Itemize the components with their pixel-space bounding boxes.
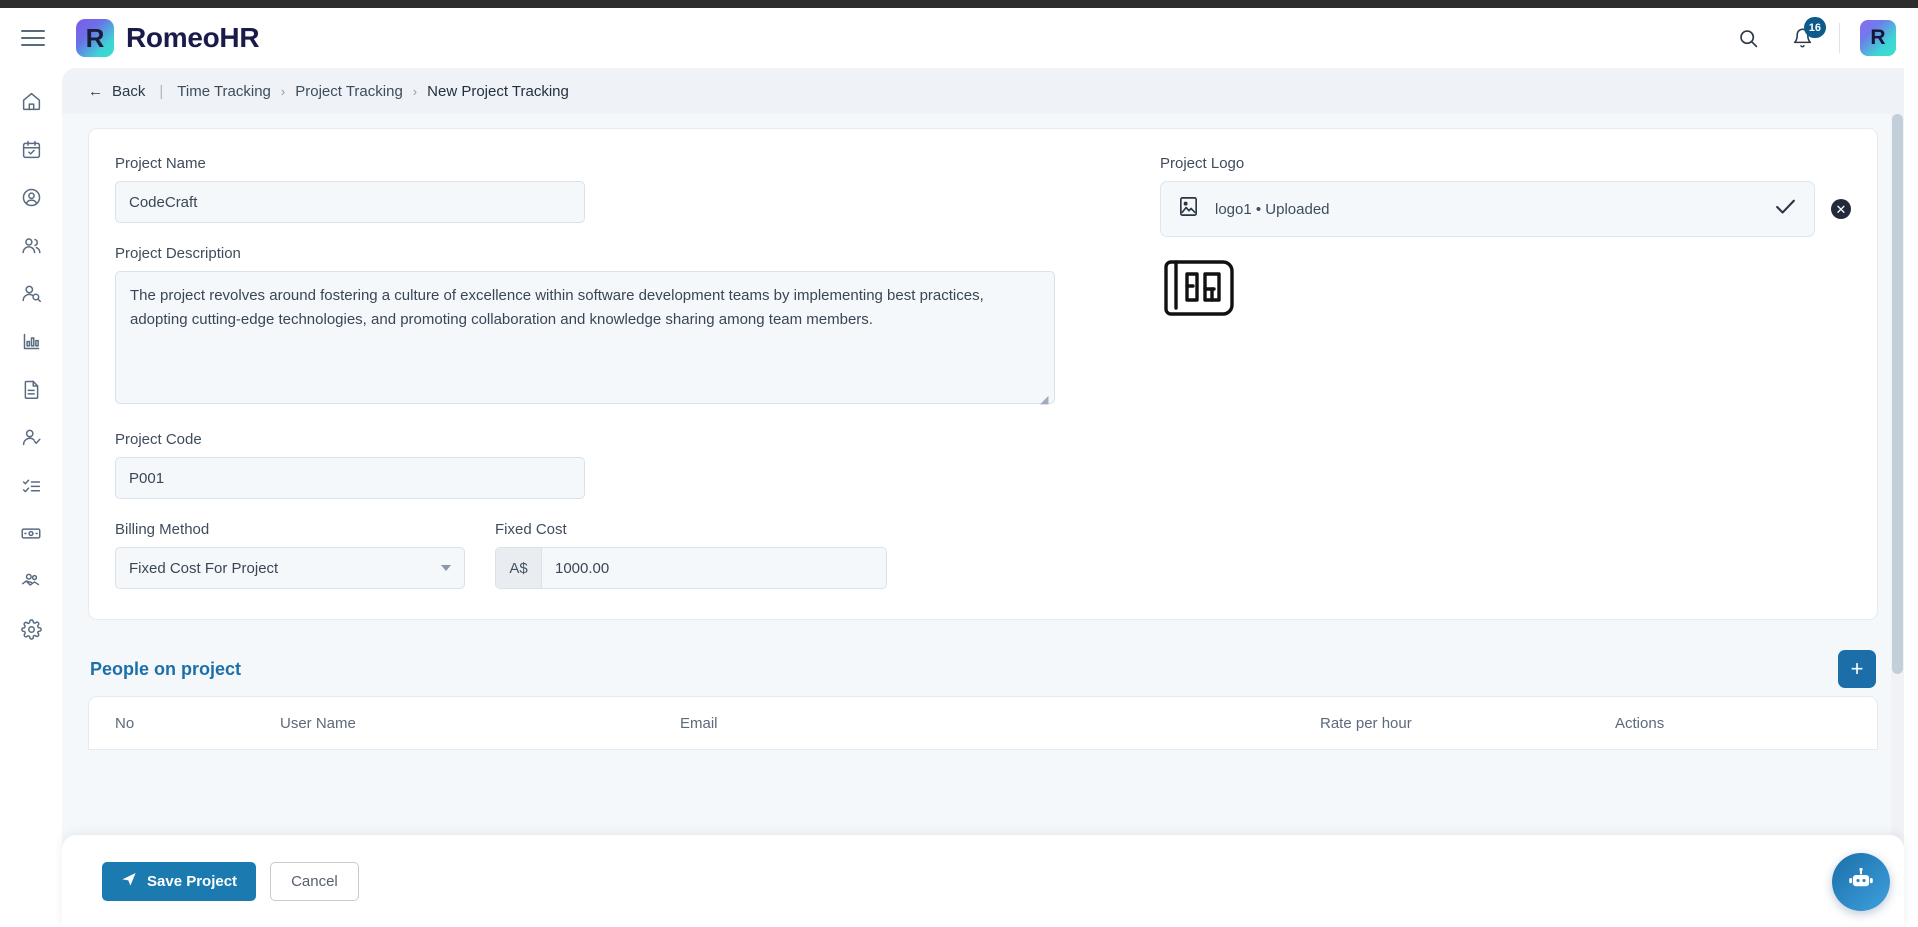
- app-header: R RomeoHR 16 R: [0, 8, 1918, 68]
- breadcrumb-item-project-tracking[interactable]: Project Tracking: [295, 83, 403, 100]
- scrollbar-thumb[interactable]: [1892, 114, 1903, 674]
- header-divider: [1839, 23, 1840, 53]
- sidebar-item-recruitment[interactable]: [11, 276, 51, 310]
- breadcrumb-divider: |: [159, 82, 164, 100]
- form-action-bar: Save Project Cancel: [62, 835, 1904, 927]
- cancel-button[interactable]: Cancel: [270, 861, 359, 901]
- chevron-right-icon: ›: [412, 83, 418, 99]
- column-header-rate-per-hour: Rate per hour: [1320, 714, 1412, 732]
- avatar[interactable]: R: [1860, 20, 1896, 56]
- chevron-right-icon: ›: [280, 83, 286, 99]
- table-header-row: No User Name Email Rate per hour Actions: [89, 697, 1877, 749]
- currency-prefix: A$: [496, 548, 542, 588]
- chevron-down-icon: [441, 565, 451, 571]
- field-project-description: Project Description ◢: [115, 245, 1120, 409]
- bell-icon[interactable]: 16: [1785, 17, 1826, 55]
- browser-chrome-strip: [0, 0, 1918, 8]
- fixed-cost-label: Fixed Cost: [495, 521, 567, 538]
- header-actions: 16 R: [1731, 17, 1896, 56]
- back-button[interactable]: ← Back: [88, 83, 145, 100]
- back-arrow-icon: ←: [88, 82, 103, 100]
- column-header-actions: Actions: [1615, 714, 1665, 732]
- project-logo-label: Project Logo: [1160, 155, 1245, 172]
- column-header-user-name: User Name: [280, 714, 356, 732]
- back-label: Back: [112, 82, 146, 100]
- form-left-column: Project Name Project Description ◢: [115, 155, 1120, 589]
- billing-method-value: Fixed Cost For Project: [129, 559, 279, 577]
- hamburger-icon[interactable]: [18, 23, 48, 53]
- vertical-scrollbar[interactable]: [1891, 114, 1904, 927]
- brand-name: RomeoHR: [126, 22, 260, 53]
- send-plane-icon: [121, 871, 137, 891]
- project-name-input[interactable]: [115, 181, 585, 223]
- save-project-label: Save Project: [147, 872, 238, 890]
- field-fixed-cost: Fixed Cost A$ 1000.00: [495, 521, 887, 589]
- image-placeholder-icon: [1177, 195, 1200, 223]
- sidebar-item-benefits[interactable]: [11, 564, 51, 598]
- add-person-button[interactable]: +: [1838, 650, 1876, 688]
- app-root: R RomeoHR 16 R ← Back | Time Tracking › …: [0, 8, 1918, 927]
- page-content: Project Name Project Description ◢: [62, 114, 1904, 750]
- scroll-region: Project Name Project Description ◢: [62, 114, 1904, 927]
- sidebar-item-home[interactable]: [11, 84, 51, 118]
- resize-grip-icon[interactable]: ◢: [1040, 395, 1052, 407]
- column-header-no: No: [115, 714, 135, 732]
- people-on-project-section: People on project + No User Name Email R…: [88, 642, 1878, 750]
- people-header: People on project +: [88, 642, 1878, 696]
- sidebar-item-onboarding[interactable]: [11, 420, 51, 454]
- check-icon: [1773, 194, 1798, 224]
- billing-method-select[interactable]: Fixed Cost For Project: [115, 547, 465, 589]
- app-body: ← Back | Time Tracking › Project Trackin…: [0, 68, 1918, 927]
- people-table: No User Name Email Rate per hour Actions: [88, 696, 1878, 750]
- field-billing-method: Billing Method Fixed Cost For Project: [115, 521, 465, 589]
- uploaded-file-row: logo1 • Uploaded: [1160, 181, 1815, 237]
- sidebar-item-employees[interactable]: [11, 228, 51, 262]
- project-name-label: Project Name: [115, 155, 206, 172]
- project-description-textarea[interactable]: [115, 271, 1055, 404]
- fixed-cost-input[interactable]: 1000.00: [542, 548, 886, 588]
- project-code-input[interactable]: [115, 457, 585, 499]
- project-code-label: Project Code: [115, 431, 202, 448]
- logo-preview-image: [1160, 257, 1238, 319]
- field-project-name: Project Name: [115, 155, 1120, 223]
- chatbot-button[interactable]: [1832, 853, 1890, 911]
- sidebar-item-reports[interactable]: [11, 324, 51, 358]
- brand-mark-icon: R: [76, 19, 114, 57]
- sidebar-item-payroll[interactable]: [11, 516, 51, 550]
- notification-badge: 16: [1803, 17, 1826, 38]
- remove-file-button[interactable]: ✕: [1831, 199, 1851, 219]
- sidebar-item-calendar[interactable]: [11, 132, 51, 166]
- project-description-label: Project Description: [115, 245, 241, 262]
- billing-row: Billing Method Fixed Cost For Project Fi…: [115, 521, 1120, 589]
- robot-icon: [1846, 865, 1876, 900]
- project-form-card: Project Name Project Description ◢: [88, 128, 1878, 620]
- sidebar-item-tasks[interactable]: [11, 468, 51, 502]
- fixed-cost-group: A$ 1000.00: [495, 547, 887, 589]
- field-project-code: Project Code: [115, 431, 1120, 499]
- sidebar-item-profile[interactable]: [11, 180, 51, 214]
- billing-method-label: Billing Method: [115, 521, 210, 538]
- people-title: People on project: [90, 658, 242, 679]
- uploaded-file-name: logo1 • Uploaded: [1215, 200, 1330, 218]
- sidebar-nav: [0, 68, 62, 927]
- brand-logo[interactable]: R RomeoHR: [76, 19, 260, 57]
- search-icon[interactable]: [1731, 21, 1765, 55]
- sidebar-item-settings[interactable]: [11, 612, 51, 646]
- form-right-column: Project Logo logo1 • Uploaded ✕: [1160, 155, 1851, 589]
- breadcrumb-item-time-tracking[interactable]: Time Tracking: [177, 83, 271, 100]
- save-project-button[interactable]: Save Project: [102, 861, 257, 901]
- project-description-wrapper: ◢: [115, 271, 1055, 409]
- breadcrumb-current: New Project Tracking: [427, 82, 569, 100]
- sidebar-item-documents[interactable]: [11, 372, 51, 406]
- content-area: ← Back | Time Tracking › Project Trackin…: [62, 68, 1918, 927]
- column-header-email: Email: [680, 714, 718, 732]
- breadcrumb: ← Back | Time Tracking › Project Trackin…: [62, 68, 1904, 114]
